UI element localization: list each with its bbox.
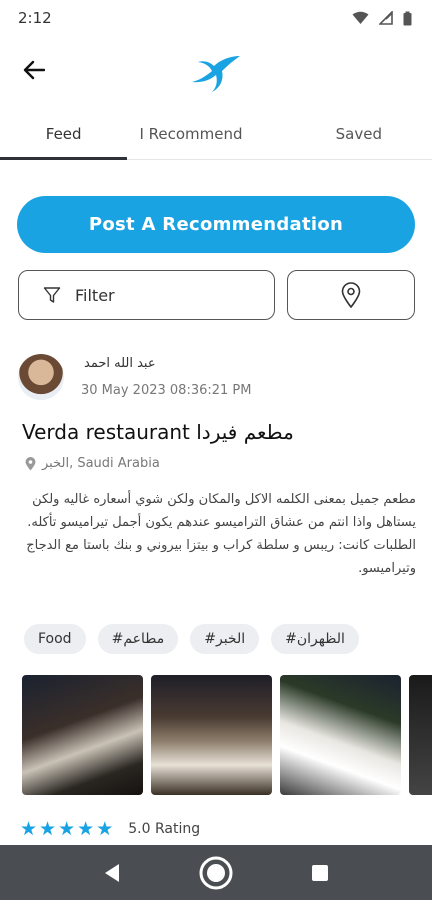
battery-icon	[403, 11, 412, 25]
post-date: 30 May 2023 08:36:21 PM	[81, 383, 252, 398]
star-icon: ★	[39, 818, 58, 840]
avatar[interactable]	[18, 354, 64, 400]
status-bar: 2:12	[0, 0, 432, 36]
post-recommendation-button[interactable]: Post A Recommendation	[17, 196, 415, 253]
photo-gallery[interactable]	[22, 675, 432, 795]
map-pin-icon	[341, 282, 361, 308]
filter-label: Filter	[75, 285, 115, 305]
rating-row: ★ ★ ★ ★ ★ 5.0 Rating	[20, 818, 200, 840]
star-icon: ★	[96, 818, 115, 840]
home-circle-icon	[199, 856, 233, 889]
restaurant-photo[interactable]	[22, 675, 143, 795]
author-name[interactable]: عبد الله احمد	[84, 356, 156, 371]
post-description: مطعم جميل بمعنى الكلمه الاكل والمكان ولك…	[20, 488, 416, 580]
status-time: 2:12	[18, 9, 52, 27]
location-row: الخبر, Saudi Arabia	[25, 456, 160, 471]
star-icon: ★	[58, 818, 77, 840]
location-text: الخبر, Saudi Arabia	[42, 456, 160, 471]
arrow-left-icon	[23, 60, 45, 80]
location-pin-icon	[25, 456, 36, 470]
tab-saved[interactable]: Saved	[255, 108, 432, 159]
post-recommendation-label: Post A Recommendation	[88, 214, 344, 235]
tab-feed-label: Feed	[45, 124, 82, 143]
star-rating: ★ ★ ★ ★ ★	[20, 818, 114, 840]
tab-i-recommend[interactable]: I Recommend	[127, 108, 254, 159]
star-icon: ★	[20, 818, 39, 840]
status-icons	[352, 11, 412, 26]
tag-chip[interactable]: #مطاعم	[97, 624, 179, 654]
wifi-icon	[352, 11, 369, 24]
place-title: Verda restaurant مطعم فيردا	[22, 420, 294, 444]
back-triangle-icon	[105, 863, 119, 882]
rating-label: 5.0 Rating	[128, 821, 201, 837]
system-nav-bar	[0, 845, 432, 900]
tab-saved-label: Saved	[335, 124, 382, 143]
back-button[interactable]	[20, 56, 48, 84]
nav-home-button[interactable]	[196, 853, 236, 893]
restaurant-photo[interactable]	[151, 675, 272, 795]
recents-square-icon	[312, 864, 328, 881]
tag-list: Food #مطاعم #الخبر #الظهران	[24, 624, 359, 654]
tag-chip[interactable]: #الخبر	[190, 624, 260, 654]
filter-button[interactable]: Filter	[18, 270, 275, 320]
description-line: مطعم جميل بمعنى الكلمه الاكل والمكان ولك…	[27, 492, 416, 530]
location-button[interactable]	[287, 270, 415, 320]
description-line: الطلبات كانت: ريبس و سلطة كراب و بيتزا ب…	[26, 538, 416, 576]
tab-bar: Feed I Recommend Saved	[0, 108, 432, 160]
restaurant-photo[interactable]	[280, 675, 401, 795]
tab-feed[interactable]: Feed	[0, 108, 128, 160]
tab-i-recommend-label: I Recommend	[139, 124, 243, 143]
signal-icon	[379, 11, 393, 25]
post-card[interactable]: عبد الله احمد 30 May 2023 08:36:21 PM Ve…	[0, 340, 432, 845]
app-header	[0, 36, 432, 108]
restaurant-photo[interactable]	[409, 675, 432, 795]
nav-back-button[interactable]	[92, 853, 132, 893]
tag-chip[interactable]: Food	[24, 624, 86, 654]
bird-logo-icon	[192, 56, 240, 92]
funnel-icon	[43, 287, 61, 303]
tag-chip[interactable]: #الظهران	[271, 624, 359, 654]
nav-recents-button[interactable]	[300, 853, 340, 893]
star-icon: ★	[77, 818, 96, 840]
